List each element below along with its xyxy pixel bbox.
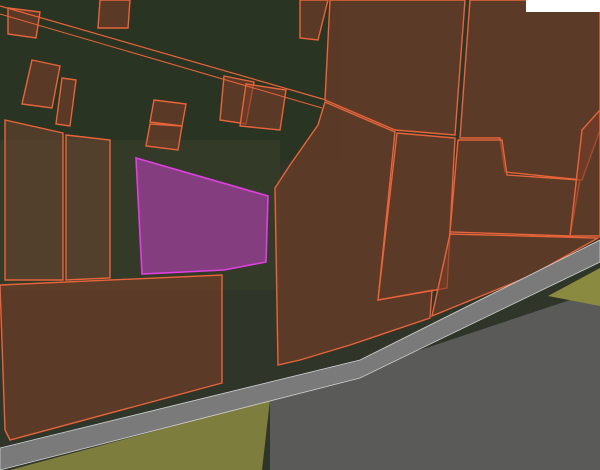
parcel-w-1[interactable] xyxy=(4,119,64,281)
map-layer xyxy=(0,0,600,470)
plot-n-2[interactable] xyxy=(97,0,131,29)
plot-n-8[interactable] xyxy=(149,99,187,127)
plot-n-9[interactable] xyxy=(145,123,183,151)
map-canvas[interactable] xyxy=(0,0,600,470)
parcel-w-2[interactable] xyxy=(65,134,111,281)
overlay-box xyxy=(526,0,600,12)
